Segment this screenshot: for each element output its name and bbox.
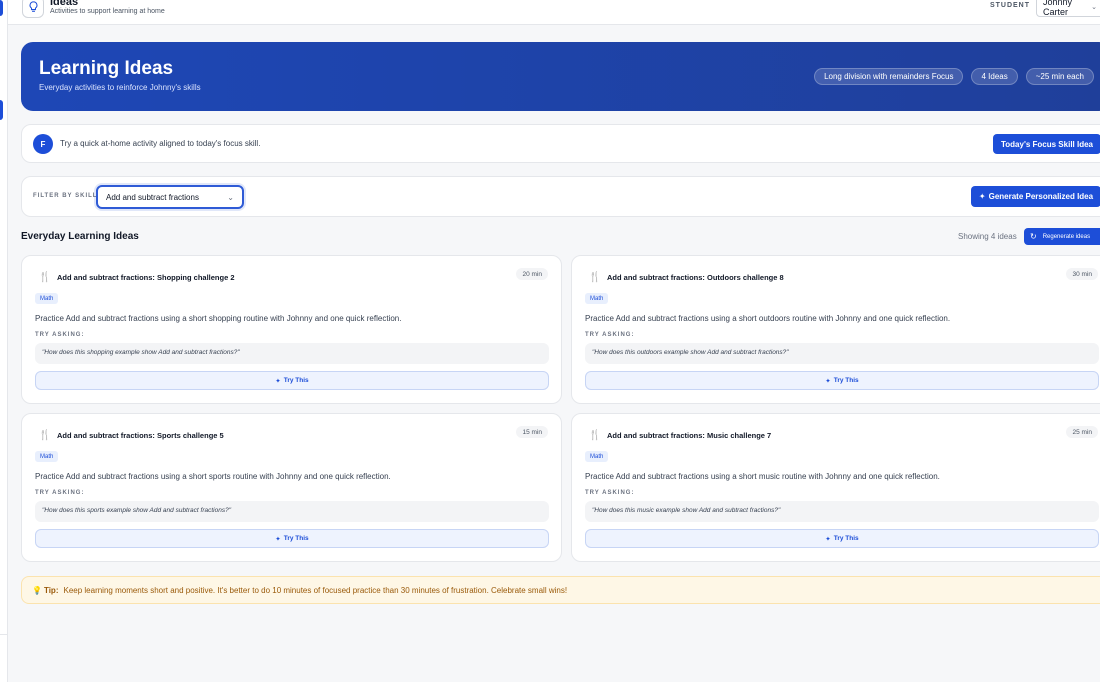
showing-count: Showing 4 ideas — [958, 232, 1017, 241]
card-title: Add and subtract fractions: Music challe… — [607, 431, 772, 440]
refresh-icon: ↻ — [1030, 232, 1037, 241]
try-asking-label: TRY ASKING: — [585, 490, 635, 496]
card-title: Add and subtract fractions: Sports chall… — [57, 431, 224, 440]
duration-badge: 25 min — [1066, 426, 1098, 438]
try-this-label: Try This — [283, 535, 309, 542]
utensils-icon: 🍴 — [38, 429, 52, 441]
try-this-label: Try This — [283, 377, 309, 384]
sparkle-icon: ✦ — [275, 535, 281, 543]
duration-badge: 30 min — [1066, 268, 1098, 280]
duration-badge: 20 min — [516, 268, 548, 280]
idea-card: 🍴 Add and subtract fractions: Sports cha… — [21, 413, 562, 562]
generate-button-label: Generate Personalized Idea — [988, 192, 1094, 201]
hero-banner: Learning Ideas Everyday activities to re… — [21, 42, 1100, 111]
subject-tag: Math — [35, 293, 59, 304]
try-asking-label: TRY ASKING: — [585, 332, 635, 338]
utensils-icon: 🍴 — [588, 271, 602, 283]
chevron-down-icon: ⌄ — [1091, 3, 1097, 11]
card-description: Practice Add and subtract fractions usin… — [585, 472, 940, 481]
subject-tag: Math — [35, 451, 59, 462]
card-description: Practice Add and subtract fractions usin… — [35, 472, 391, 481]
try-this-button[interactable]: ✦ Try This — [585, 529, 1099, 548]
subject-tag: Math — [585, 451, 609, 462]
tip-banner: 💡 Tip: Keep learning moments short and p… — [21, 576, 1100, 604]
try-asking-label: TRY ASKING: — [35, 490, 85, 496]
idea-card: 🍴 Add and subtract fractions: Music chal… — [571, 413, 1100, 562]
utensils-icon: 🍴 — [588, 429, 602, 441]
duration-chip: ~25 min each — [1025, 68, 1094, 85]
card-title: Add and subtract fractions: Shopping cha… — [57, 273, 235, 282]
idea-card: 🍴 Add and subtract fractions: Shopping c… — [21, 255, 562, 404]
sidebar-item-ideas[interactable] — [0, 100, 3, 120]
hero-subtitle: Everyday activities to reinforce Johnny'… — [39, 83, 201, 92]
hero-title: Learning Ideas — [39, 58, 174, 79]
filter-bar: FILTER BY SKILL: Add and subtract fracti… — [21, 176, 1100, 217]
generate-personalized-idea-button[interactable]: ✦ Generate Personalized Idea — [971, 186, 1100, 207]
tip-text: Keep learning moments short and positive… — [63, 585, 568, 595]
regenerate-ideas-button[interactable]: ↻ Regenerate ideas — [1024, 228, 1100, 245]
subject-tag: Math — [585, 293, 609, 304]
focus-chip: Long division with remainders Focus — [814, 68, 964, 85]
filter-label: FILTER BY SKILL: — [33, 193, 101, 199]
top-header: Ideas Activities to support learning at … — [8, 0, 1100, 25]
card-title: Add and subtract fractions: Outdoors cha… — [607, 273, 784, 282]
skill-filter-value: Add and subtract fractions — [106, 192, 199, 202]
card-description: Practice Add and subtract fractions usin… — [35, 314, 402, 323]
sparkle-icon: ✦ — [825, 377, 831, 385]
todays-focus-skill-button[interactable]: Today's Focus Skill Idea — [993, 134, 1100, 154]
sidebar-divider — [0, 634, 8, 635]
sidebar-active-indicator[interactable] — [0, 0, 3, 16]
try-asking-quote: "How does this music example show Add an… — [585, 501, 1099, 522]
page-title: Ideas — [50, 0, 79, 8]
tip-label: Tip: — [43, 585, 59, 595]
section-title: Everyday Learning Ideas — [21, 231, 139, 242]
focus-text: Try a quick at-home activity aligned to … — [60, 139, 261, 148]
sparkle-icon: ✦ — [825, 535, 831, 543]
focus-avatar: F — [33, 134, 53, 154]
lightbulb-icon — [22, 0, 44, 18]
try-asking-label: TRY ASKING: — [35, 332, 85, 338]
card-description: Practice Add and subtract fractions usin… — [585, 314, 951, 323]
regenerate-button-label: Regenerate ideas — [1042, 233, 1091, 240]
try-this-button[interactable]: ✦ Try This — [35, 371, 549, 390]
chevron-down-icon: ⌄ — [227, 192, 234, 202]
idea-count-chip: 4 Ideas — [971, 68, 1018, 85]
focus-banner: F Try a quick at-home activity aligned t… — [21, 124, 1100, 163]
try-asking-quote: "How does this shopping example show Add… — [35, 343, 549, 364]
try-this-label: Try This — [833, 535, 859, 542]
try-this-button[interactable]: ✦ Try This — [35, 529, 549, 548]
skill-filter-select[interactable]: Add and subtract fractions ⌄ — [96, 185, 244, 209]
idea-card: 🍴 Add and subtract fractions: Outdoors c… — [571, 255, 1100, 404]
try-this-button[interactable]: ✦ Try This — [585, 371, 1099, 390]
student-label: STUDENT — [989, 2, 1030, 9]
sparkle-icon: ✦ — [978, 192, 986, 201]
try-asking-quote: "How does this sports example show Add a… — [35, 501, 549, 522]
try-asking-quote: "How does this outdoors example show Add… — [585, 343, 1099, 364]
sidebar — [0, 0, 8, 682]
sparkle-icon: ✦ — [275, 377, 281, 385]
utensils-icon: 🍴 — [38, 271, 52, 283]
duration-badge: 15 min — [516, 426, 548, 438]
lightbulb-icon: 💡 — [32, 585, 42, 595]
page-subtitle: Activities to support learning at home — [50, 8, 165, 15]
student-select[interactable]: Johnny Carter ⌄ — [1036, 0, 1100, 17]
hero-chips: Long division with remainders Focus 4 Id… — [814, 68, 1094, 85]
try-this-label: Try This — [833, 377, 859, 384]
student-select-value: Johnny Carter — [1043, 0, 1073, 17]
